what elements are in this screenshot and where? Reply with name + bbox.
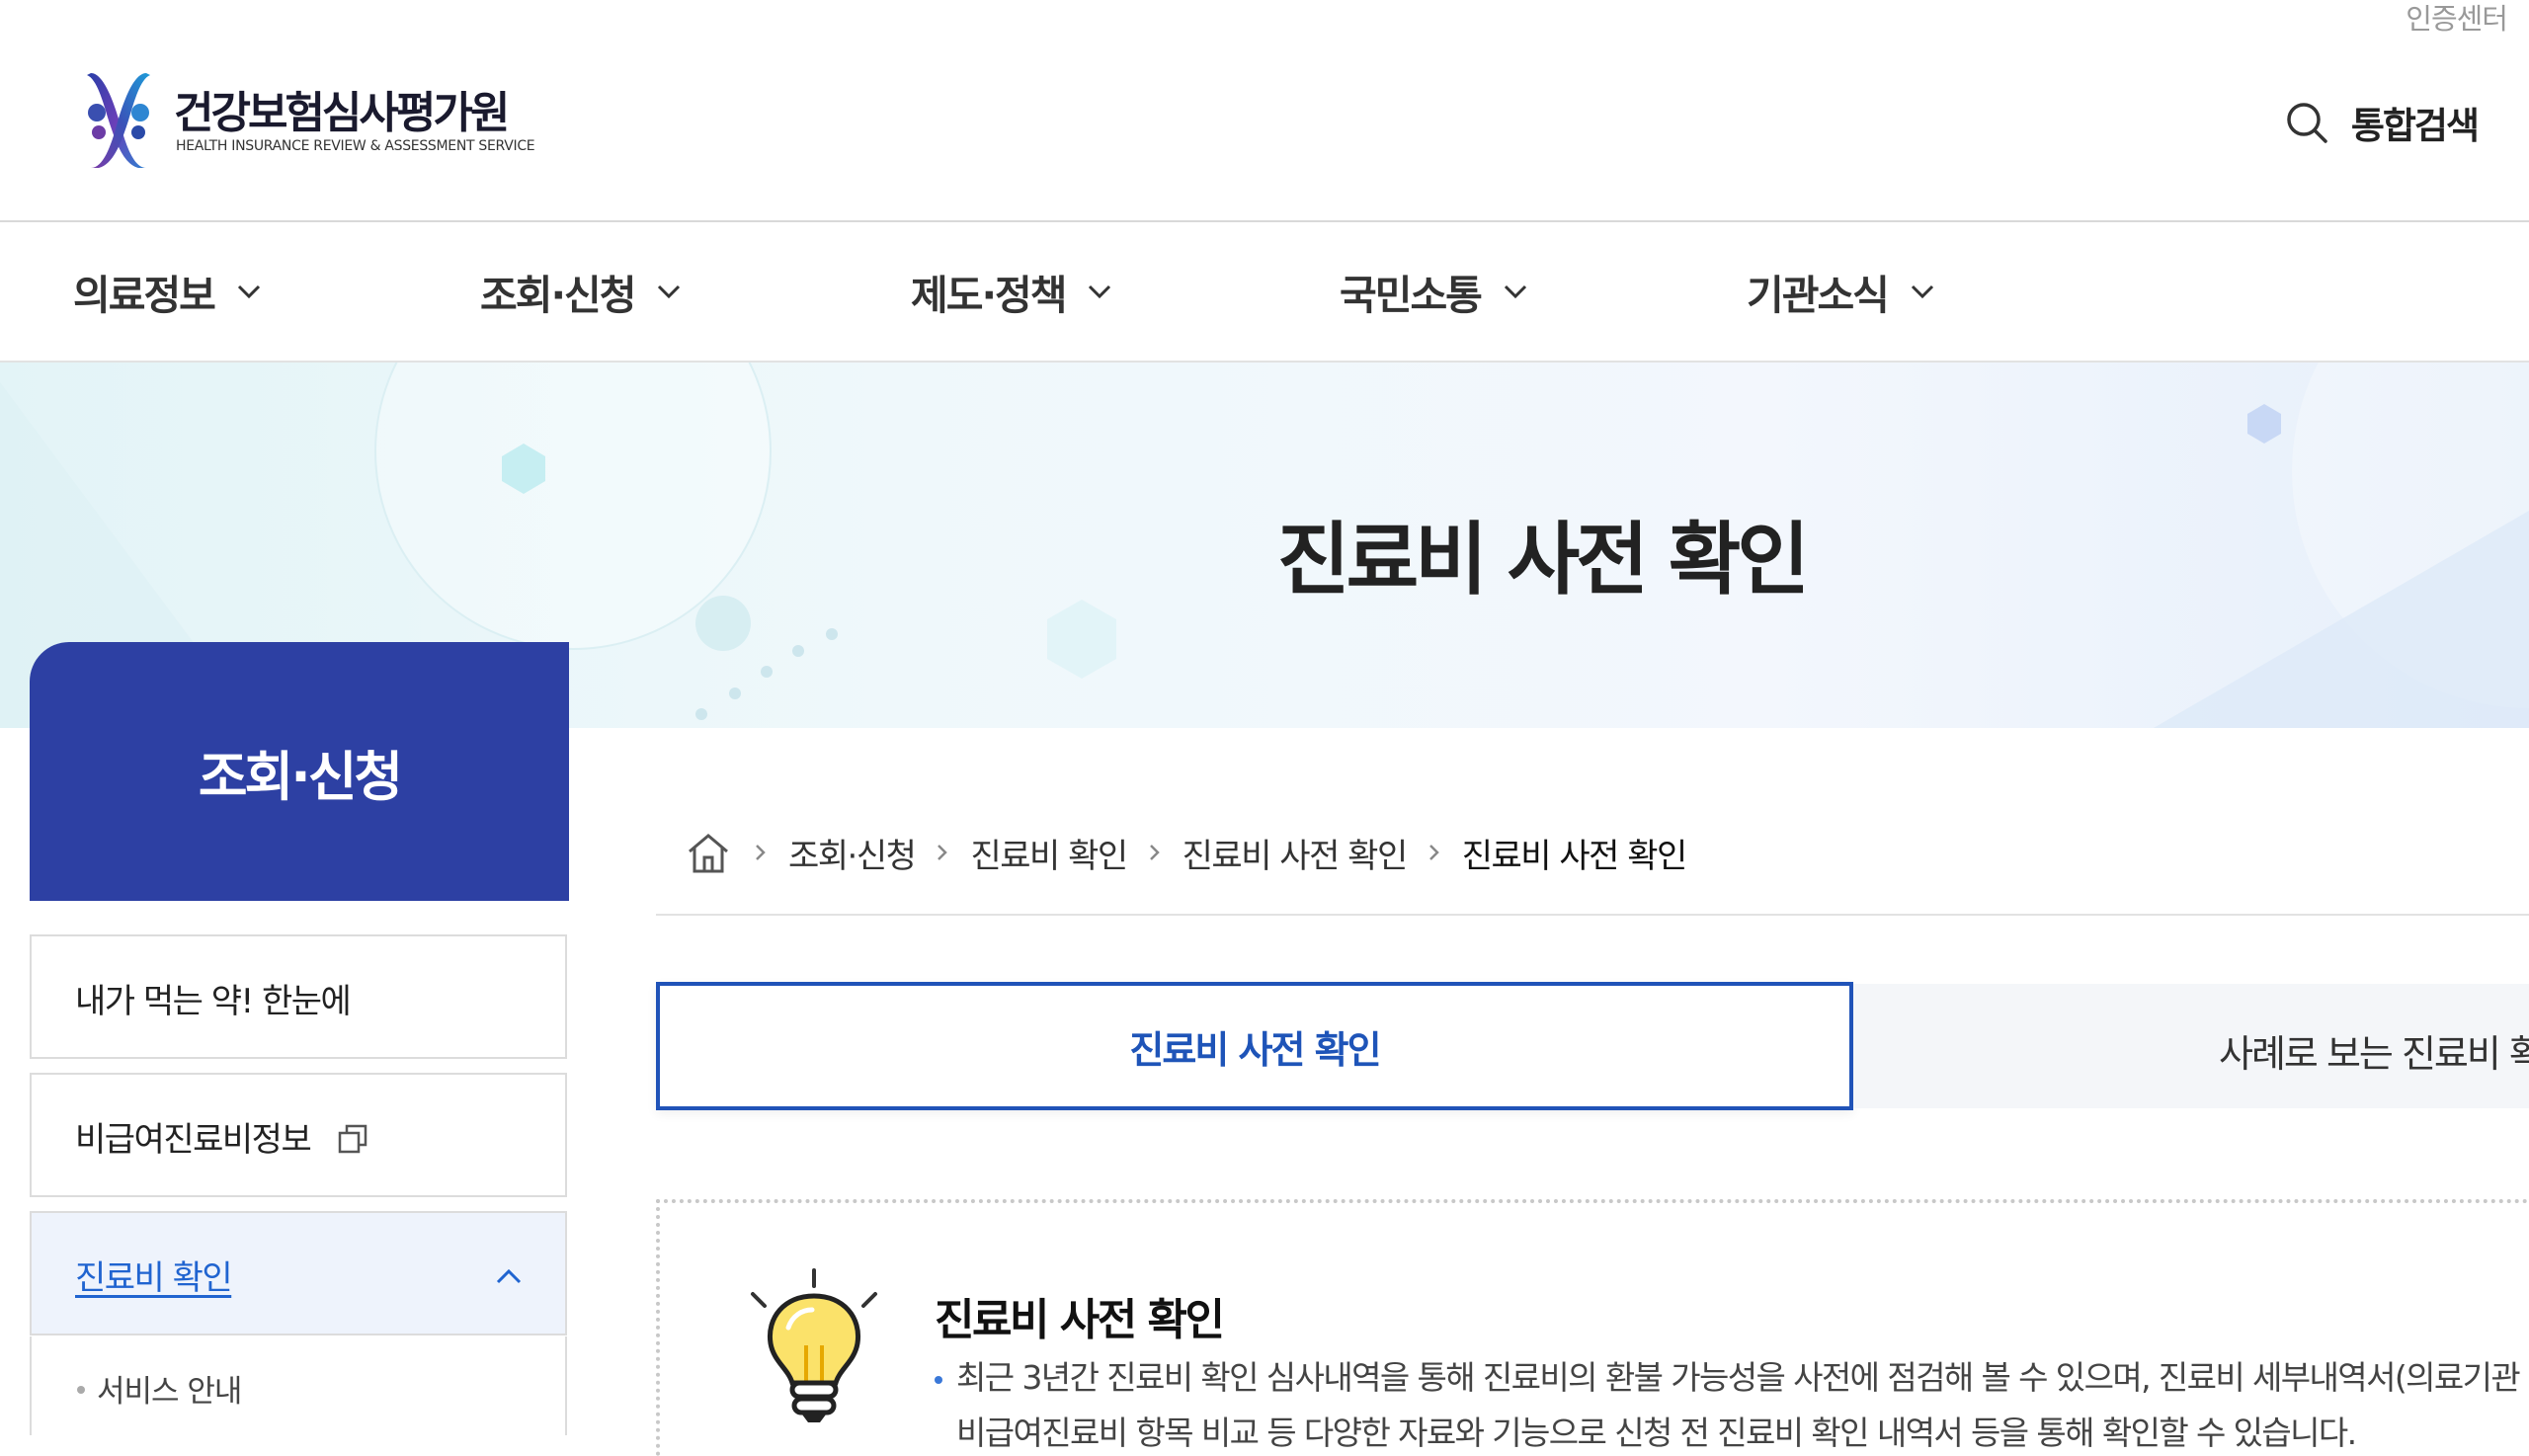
gnb-item-news[interactable]: 기관소식 (1747, 262, 1937, 321)
tab-fee-precheck[interactable]: 진료비 사전 확인 (656, 982, 1853, 1110)
chevron-down-icon (237, 284, 260, 299)
logo-title: 건강보험심사평가원 (174, 88, 510, 138)
lnb-item-label: 비급여진료비정보 (75, 1120, 312, 1160)
lnb-sub-item-label: 서비스 안내 (97, 1374, 242, 1410)
breadcrumb-divider (656, 914, 2529, 916)
integrated-search-button[interactable]: 통합검색 (2284, 95, 2480, 150)
gnb-item-label: 국민소통 (1340, 272, 1483, 319)
content-description: 최근 3년간 진료비 확인 심사내역을 통해 진료비의 환불 가능성을 사전에 … (935, 1351, 2529, 1399)
chevron-right-icon (756, 845, 766, 860)
breadcrumb-current: 진료비 사전 확인 (1461, 836, 1688, 876)
lnb-sub-item-service-guide[interactable]: 서비스 안내 (30, 1336, 567, 1435)
gnb-item-label: 제도·정책 (911, 272, 1067, 319)
chevron-right-icon (938, 845, 948, 860)
tab-case-examples[interactable]: 사례로 보는 진료비 확인 (1853, 984, 2529, 1108)
bullet-icon (77, 1386, 85, 1394)
gnb-item-medical-info[interactable]: 의료정보 (73, 262, 264, 321)
bullet-icon (935, 1375, 942, 1384)
lnb-title: 조회·신청 (198, 745, 403, 808)
tab-label: 진료비 사전 확인 (1129, 1027, 1381, 1072)
gnb-item-policy[interactable]: 제도·정책 (911, 262, 1114, 321)
breadcrumb-item[interactable]: 진료비 확인 (970, 829, 1128, 877)
lightbulb-icon (751, 1268, 877, 1422)
lnb-item-label: 내가 먹는 약! 한눈에 (75, 982, 352, 1021)
breadcrumb-item[interactable]: 진료비 사전 확인 (1183, 829, 1409, 877)
home-icon[interactable] (684, 828, 733, 877)
content-description-line2: 비급여진료비 항목 비교 등 다양한 자료와 기능으로 신청 전 진료비 확인 … (956, 1414, 2357, 1452)
lnb-item-label: 진료비 확인 (75, 1258, 233, 1298)
search-icon (2287, 103, 2327, 143)
lnb-item-non-covered-fee[interactable]: 비급여진료비정보 (30, 1073, 567, 1197)
chevron-down-icon (1089, 284, 1111, 299)
gnb-item-lookup-apply[interactable]: 조회·신청 (480, 262, 684, 321)
site-header: 건강보험심사평가원 HEALTH INSURANCE REVIEW & ASSE… (0, 0, 2529, 222)
chevron-down-icon (1504, 284, 1526, 299)
gnb-item-label: 기관소식 (1747, 272, 1890, 319)
global-nav: 의료정보 조회·신청 제도·정책 국민소통 기관소식 (0, 222, 2529, 363)
breadcrumb: 조회·신청 진료비 확인 진료비 사전 확인 진료비 사전 확인 (684, 826, 1688, 879)
search-label: 통합검색 (2350, 105, 2480, 147)
content-description-text: 최근 3년간 진료비 확인 심사내역을 통해 진료비의 환불 가능성을 사전에 … (956, 1358, 2529, 1397)
tab-label: 사례로 보는 진료비 확인 (2219, 1032, 2529, 1076)
chevron-right-icon (1149, 845, 1160, 860)
gnb-item-communication[interactable]: 국민소통 (1340, 262, 1530, 321)
chevron-right-icon (1428, 845, 1439, 860)
site-logo[interactable]: 건강보험심사평가원 HEALTH INSURANCE REVIEW & ASSE… (83, 69, 535, 178)
logo-mark-icon (87, 73, 150, 168)
lnb-title-box: 조회·신청 (30, 642, 569, 901)
lnb-item-fee-check[interactable]: 진료비 확인 (30, 1211, 567, 1335)
gnb-item-label: 의료정보 (73, 272, 216, 319)
lnb-item-my-medicine[interactable]: 내가 먹는 약! 한눈에 (30, 934, 567, 1059)
info-box: 진료비 사전 확인 최근 3년간 진료비 확인 심사내역을 통해 진료비의 환불… (656, 1199, 2529, 1456)
logo-subtitle: HEALTH INSURANCE REVIEW & ASSESSMENT SER… (176, 138, 535, 154)
page-title: 진료비 사전 확인 (1277, 514, 1810, 606)
content-title: 진료비 사전 확인 (935, 1295, 1225, 1345)
chevron-up-icon (496, 1268, 522, 1284)
gnb-item-label: 조회·신청 (480, 272, 636, 319)
external-link-icon (338, 1124, 367, 1154)
breadcrumb-item[interactable]: 조회·신청 (788, 829, 917, 877)
chevron-down-icon (658, 284, 681, 299)
chevron-down-icon (1911, 284, 1933, 299)
